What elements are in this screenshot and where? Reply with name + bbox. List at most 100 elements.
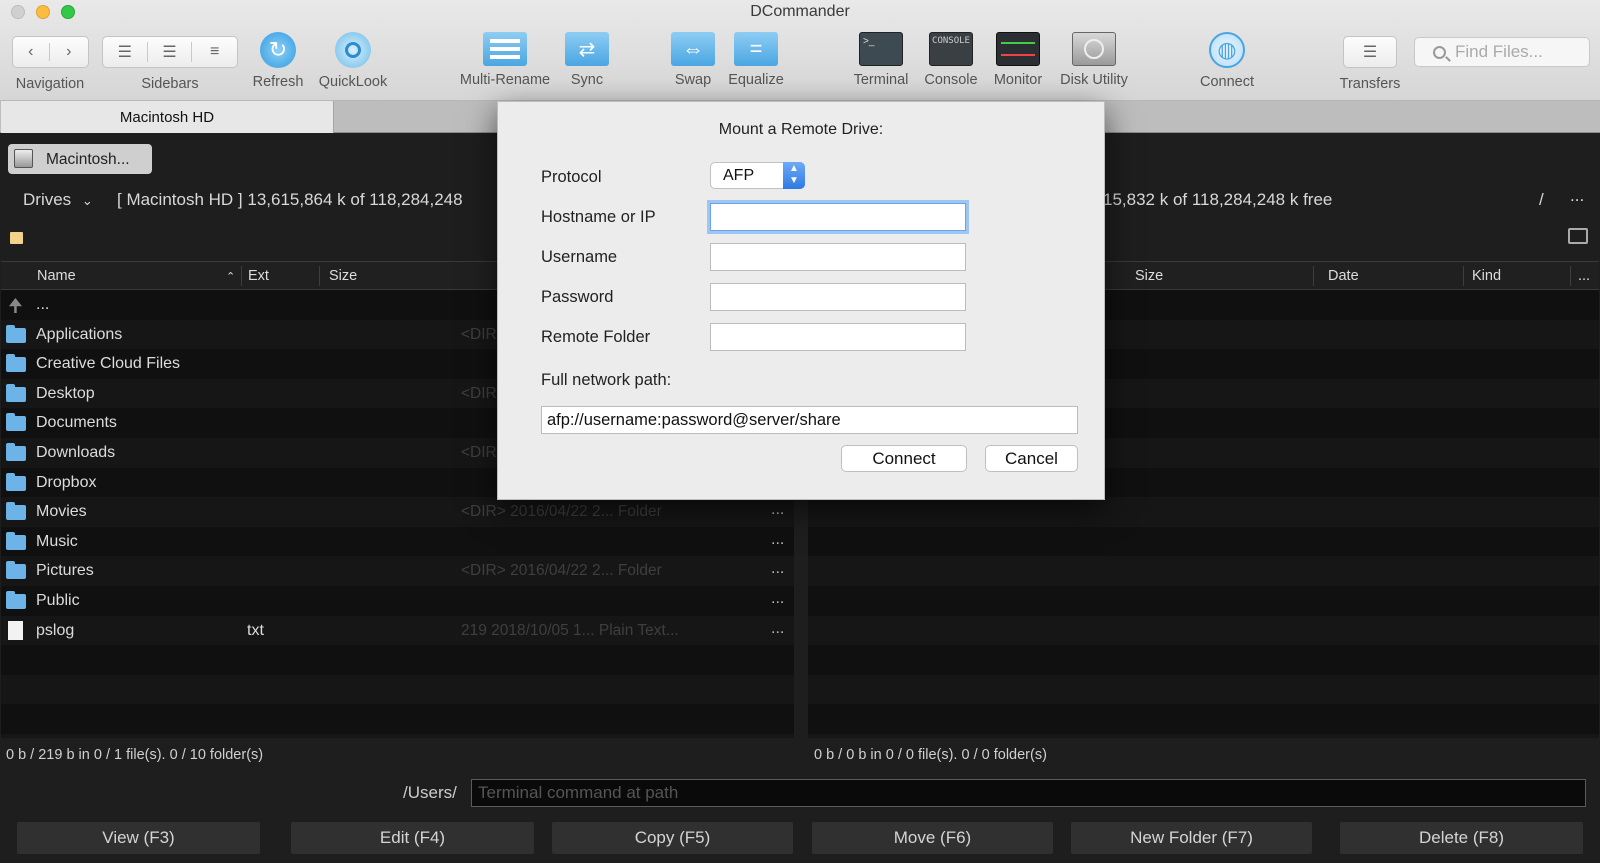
col-ext[interactable]: Ext — [248, 268, 269, 284]
list-item[interactable]: Movies <DIR> 2016/04/22 2... Folder... — [1, 497, 794, 527]
command-path-label: /Users/ — [403, 783, 457, 802]
row-more-icon[interactable]: ... — [771, 531, 784, 549]
file-ext: txt — [247, 621, 264, 639]
connect-button[interactable]: Connect — [841, 445, 967, 472]
connect-toolbar-button[interactable]: ◍ Connect — [1195, 32, 1259, 90]
col-size[interactable]: Size — [329, 268, 357, 284]
file-details: <DIR> 2016/04/22 2... Folder — [461, 562, 662, 580]
thumbnail-view-icon[interactable]: ≡ — [192, 43, 237, 61]
equalize-label: Equalize — [728, 72, 784, 88]
right-root-path[interactable]: / — [1539, 190, 1544, 210]
equalize-button[interactable]: = Equalize — [725, 32, 787, 88]
refresh-icon: ↻ — [260, 32, 296, 68]
multi-rename-label: Multi-Rename — [459, 72, 551, 88]
file-details: 219 2018/10/05 1... Plain Text... — [461, 621, 679, 639]
folder-icon — [6, 413, 26, 432]
view-button[interactable]: View (F3) — [17, 822, 260, 854]
row-more-icon[interactable]: ... — [771, 560, 784, 578]
file-name: Public — [36, 591, 80, 609]
left-path-info: [ Macintosh HD ] 13,615,864 k of 118,284… — [117, 190, 463, 209]
file-name: Movies — [36, 503, 87, 521]
col-name[interactable]: Name — [37, 268, 76, 284]
tab-macintosh-hd[interactable]: Macintosh HD — [1, 101, 334, 133]
sidebars-group: ☰ ☰ ≡ Sidebars — [102, 32, 238, 92]
remote-folder-input[interactable] — [710, 323, 966, 351]
list-item[interactable]: Pictures <DIR> 2016/04/22 2... Folder... — [1, 556, 794, 586]
copy-button[interactable]: Copy (F5) — [552, 822, 793, 854]
left-drives-dropdown[interactable]: Drives ⌄ — [23, 190, 93, 210]
volume-button[interactable]: Macintosh... — [8, 144, 152, 174]
sync-label: Sync — [570, 72, 604, 88]
volume-button-label: Macintosh... — [46, 151, 130, 168]
col-date[interactable]: Date — [1328, 268, 1359, 284]
col-more[interactable]: ... — [1578, 268, 1590, 284]
sidebars-label: Sidebars — [141, 76, 199, 92]
folder-icon — [6, 383, 26, 402]
file-name: Desktop — [36, 384, 95, 402]
forward-arrow-icon[interactable]: › — [50, 43, 88, 61]
globe-icon: ◍ — [1209, 32, 1245, 68]
search-icon — [1433, 46, 1446, 59]
protocol-select[interactable]: AFP ▲ ▼ — [710, 162, 805, 189]
col-kind[interactable]: Kind — [1472, 268, 1501, 284]
file-name: pslog — [36, 621, 75, 639]
console-icon: CONSOLE — [929, 32, 973, 66]
folder-icon — [6, 590, 26, 609]
right-more-icon[interactable]: ... — [1570, 186, 1584, 206]
row-more-icon[interactable]: ... — [771, 620, 784, 638]
empty-row — [808, 645, 1599, 675]
home-icon[interactable] — [10, 232, 23, 244]
empty-row — [808, 615, 1599, 646]
cancel-button[interactable]: Cancel — [985, 445, 1078, 472]
full-network-path-field[interactable]: afp://username:password@server/share — [541, 406, 1078, 434]
delete-button[interactable]: Delete (F8) — [1340, 822, 1583, 854]
file-name: Pictures — [36, 562, 94, 580]
col-size[interactable]: Size — [1135, 268, 1163, 284]
monitor-button[interactable]: Monitor — [988, 32, 1048, 88]
list-item[interactable]: Public... — [1, 585, 794, 616]
refresh-button[interactable]: ↻ Refresh — [248, 32, 308, 90]
new-folder-button[interactable]: New Folder (F7) — [1071, 822, 1312, 854]
terminal-button[interactable]: >_ Terminal — [846, 32, 916, 88]
quicklook-button[interactable]: QuickLook — [315, 32, 391, 90]
swap-icon: ⇔ — [671, 32, 715, 66]
detail-view-icon[interactable]: ☰ — [148, 42, 193, 62]
list-item[interactable]: Music... — [1, 526, 794, 557]
eye-icon — [335, 32, 371, 68]
file-name: Applications — [36, 325, 123, 343]
bookmarks-icon[interactable] — [1568, 228, 1588, 244]
right-status: 0 b / 0 b in 0 / 0 file(s). 0 / 0 folder… — [814, 747, 1047, 763]
edit-button[interactable]: Edit (F4) — [291, 822, 534, 854]
list-view-icon[interactable]: ☰ — [103, 42, 148, 62]
right-path-info: 15,832 k of 118,284,248 k free — [1103, 190, 1333, 209]
row-more-icon[interactable]: ... — [771, 590, 784, 608]
password-input[interactable] — [710, 283, 966, 311]
sync-icon: ⇄ — [565, 32, 609, 66]
disk-utility-button[interactable]: Disk Utility — [1056, 32, 1132, 88]
list-item[interactable]: pslog txt 219 2018/10/05 1... Plain Text..… — [1, 615, 794, 646]
terminal-command-input[interactable]: Terminal command at path — [471, 779, 1586, 807]
row-more-icon[interactable]: ... — [771, 501, 784, 519]
swap-label: Swap — [674, 72, 712, 88]
hostname-label: Hostname or IP — [541, 208, 656, 226]
navigation-group: ‹ › Navigation — [10, 32, 90, 92]
swap-button[interactable]: ⇔ Swap — [668, 32, 718, 88]
find-files-input[interactable]: Find Files... — [1414, 37, 1590, 67]
terminal-icon: >_ — [859, 32, 903, 66]
multi-rename-button[interactable]: Multi-Rename — [455, 32, 555, 88]
file-name: Downloads — [36, 443, 116, 461]
move-button[interactable]: Move (F6) — [812, 822, 1053, 854]
protocol-label: Protocol — [541, 168, 602, 186]
username-input[interactable] — [710, 243, 966, 271]
activity-monitor-icon — [996, 32, 1040, 66]
back-arrow-icon[interactable]: ‹ — [13, 43, 50, 61]
transfers-button[interactable]: ☰ Transfers — [1335, 32, 1405, 92]
console-button[interactable]: CONSOLE Console — [918, 32, 984, 88]
app-window: DCommander ‹ › Navigation ☰ ☰ ≡ Sidebars… — [0, 0, 1600, 863]
navigation-label: Navigation — [15, 76, 85, 92]
sort-ascending-icon: ⌃ — [226, 271, 236, 283]
hostname-input[interactable] — [710, 203, 966, 231]
folder-icon — [6, 502, 26, 521]
sync-button[interactable]: ⇄ Sync — [562, 32, 612, 88]
file-details: <DIR> 2016/04/22 2... Folder — [461, 503, 662, 521]
